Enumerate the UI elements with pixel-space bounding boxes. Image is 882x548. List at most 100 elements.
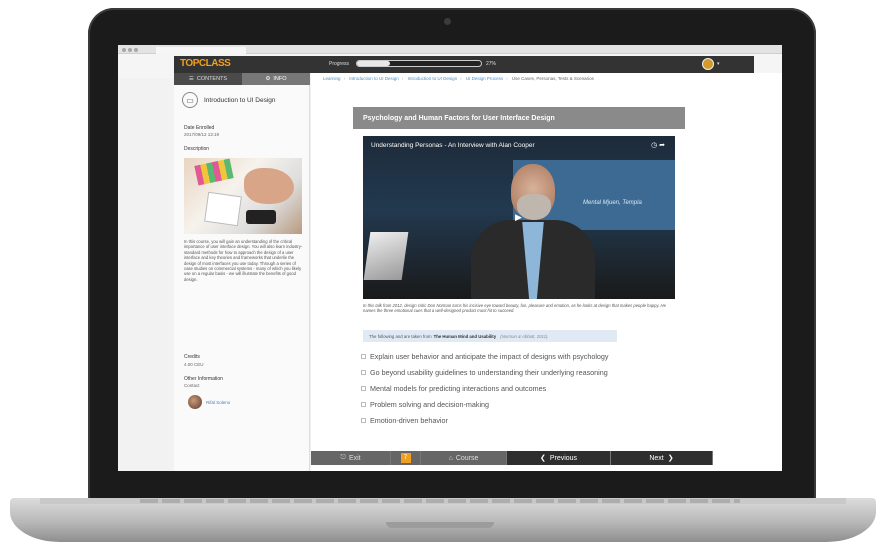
date-enrolled-value: 2017/09/12 13:19: [184, 132, 220, 137]
home-icon: ⌂: [448, 454, 453, 462]
laptop-base: [10, 498, 876, 542]
objective-text: Go beyond usability guidelines to unders…: [370, 367, 608, 377]
next-label: Next: [649, 454, 664, 462]
learning-objectives: Explain user behavior and anticipate the…: [361, 348, 609, 428]
source-title: The Human Mind and Usability: [433, 333, 497, 339]
objective-text: Emotion-driven behavior: [370, 415, 448, 425]
contact-label: Contact: [184, 383, 200, 388]
tab-contents-label: CONTENTS: [196, 76, 228, 82]
share-icon[interactable]: ➦: [659, 142, 665, 149]
video-caption: In this talk from 2012, design critic Do…: [363, 303, 666, 314]
list-item: Go beyond usability guidelines to unders…: [361, 364, 609, 380]
progress-percent: 27%: [486, 61, 497, 67]
sketch-paper: [204, 191, 242, 227]
maximize-dot[interactable]: [134, 48, 138, 52]
bullet-icon: [361, 369, 366, 375]
chevron-right-icon: ❯: [667, 455, 674, 462]
user-avatar-button[interactable]: [702, 58, 714, 70]
notification-badge: 7: [400, 453, 411, 463]
section-title: Psychology and Human Factors for User In…: [353, 107, 685, 129]
breadcrumb-item[interactable]: Introduction to UI Design: [408, 76, 458, 81]
other-info-label: Other Information: [184, 376, 223, 382]
exit-button[interactable]: ⎋ Exit: [311, 451, 391, 465]
webcam: [444, 18, 451, 25]
keyboard-edge: [140, 499, 740, 503]
objective-text: Explain user behavior and anticipate the…: [370, 351, 609, 361]
phone: [246, 210, 276, 224]
list-item: Explain user behavior and anticipate the…: [361, 348, 609, 364]
bullet-icon: [361, 353, 366, 359]
breadcrumb-separator: ›: [343, 76, 346, 81]
previous-label: Previous: [549, 454, 578, 462]
logo-part-1: TOP: [180, 58, 199, 69]
browser-toolbar: [118, 45, 782, 54]
chevron-left-icon: ❮: [539, 455, 546, 462]
sidebar: ☰ CONTENTS ⚙ INFO ▭ Introduction to UI Des…: [174, 73, 310, 471]
breadcrumb: Learning › Introduction to UI Design › Int…: [323, 76, 594, 81]
breadcrumb-item[interactable]: Learning: [323, 76, 341, 81]
video-player[interactable]: Mental Mjuen, Templa ▶ Understanding Per…: [363, 136, 675, 299]
description-label: Description: [184, 146, 210, 152]
breadcrumb-current: Use Cases, Personas, Tests & Scenarios: [511, 76, 594, 81]
course-label: Course: [455, 454, 479, 462]
browser-tab[interactable]: [156, 47, 246, 54]
laptop-screen: TOPCLASS Progress 27% ▾ ☰ CONTENTS ⚙ INFO …: [118, 45, 782, 471]
bullet-icon: [361, 385, 366, 391]
objective-text: Problem solving and decision-making: [370, 399, 490, 409]
source-prefix: The following and are taken from: [369, 333, 432, 339]
credits-label: Credits: [184, 354, 200, 360]
source-note: The following and are taken from The Hum…: [363, 330, 617, 342]
sticky-notes: [194, 158, 234, 186]
tab-info[interactable]: ⚙ INFO: [242, 73, 310, 85]
date-enrolled-label: Date Enrolled: [184, 125, 215, 131]
gear-icon: ⚙: [265, 76, 271, 82]
bullet-icon: [361, 401, 366, 407]
bottom-navigation: ⎋ Exit 7 ⌂ Course ❮ Previous Next ❯: [311, 451, 713, 465]
progress-label: Progress: [329, 61, 350, 67]
minimize-dot[interactable]: [128, 48, 132, 52]
previous-button[interactable]: ❮ Previous: [507, 451, 611, 465]
breadcrumb-item[interactable]: Introduction to UI Design: [349, 76, 399, 81]
list-icon: ☰: [188, 76, 194, 82]
video-laptop: [363, 232, 409, 280]
progress-bar: [356, 60, 482, 67]
contact-name[interactable]: Rifal Soleno: [206, 400, 230, 405]
list-item: Mental models for predicting interaction…: [361, 380, 609, 396]
notes-button[interactable]: 7: [391, 451, 421, 465]
progress-fill: [357, 61, 391, 66]
laptop-mockup: TOPCLASS Progress 27% ▾ ☰ CONTENTS ⚙ INFO …: [0, 0, 882, 548]
breadcrumb-separator: ›: [401, 76, 404, 81]
description-text: In this course, you will gain an underst…: [184, 239, 303, 282]
list-item: Problem solving and decision-making: [361, 396, 609, 412]
laptop-notch: [386, 522, 494, 528]
tab-info-label: INFO: [273, 76, 287, 82]
avatar: [188, 395, 202, 409]
course-title-row: ▭ Introduction to UI Design: [182, 92, 276, 108]
next-button[interactable]: Next ❯: [611, 451, 713, 465]
clock-icon[interactable]: ◷: [651, 142, 657, 149]
objective-text: Mental models for predicting interaction…: [370, 383, 547, 393]
play-icon[interactable]: ▶: [515, 212, 522, 223]
monitor-icon: ▭: [182, 92, 198, 108]
sidebar-tabs: ☰ CONTENTS ⚙ INFO: [174, 73, 310, 85]
topclass-logo[interactable]: TOPCLASS: [180, 58, 231, 69]
hand: [244, 168, 294, 204]
video-title[interactable]: Understanding Personas - An Interview wi…: [371, 142, 535, 149]
credits-value: 4.00 CEU: [184, 362, 204, 367]
tab-contents[interactable]: ☰ CONTENTS: [174, 73, 242, 85]
course-button[interactable]: ⌂ Course: [421, 451, 507, 465]
close-dot[interactable]: [122, 48, 126, 52]
video-background-text: Mental Mjuen, Templa: [583, 200, 642, 206]
bullet-icon: [361, 417, 366, 423]
logo-part-2: CLASS: [198, 58, 231, 69]
video-actions: ◷ ➦: [651, 141, 665, 149]
source-authors: (Norman & Abbott, 2011).: [500, 333, 549, 339]
breadcrumb-item[interactable]: UI Design Process: [466, 76, 503, 81]
chevron-down-icon[interactable]: ▾: [717, 61, 720, 67]
breadcrumb-separator: ›: [460, 76, 462, 81]
exit-label: Exit: [348, 454, 361, 462]
speaker-beard: [517, 194, 551, 220]
course-title: Introduction to UI Design: [204, 96, 276, 104]
contact-card[interactable]: Rifal Soleno: [188, 395, 230, 409]
main-content: Learning › Introduction to UI Design › Int…: [311, 73, 782, 471]
